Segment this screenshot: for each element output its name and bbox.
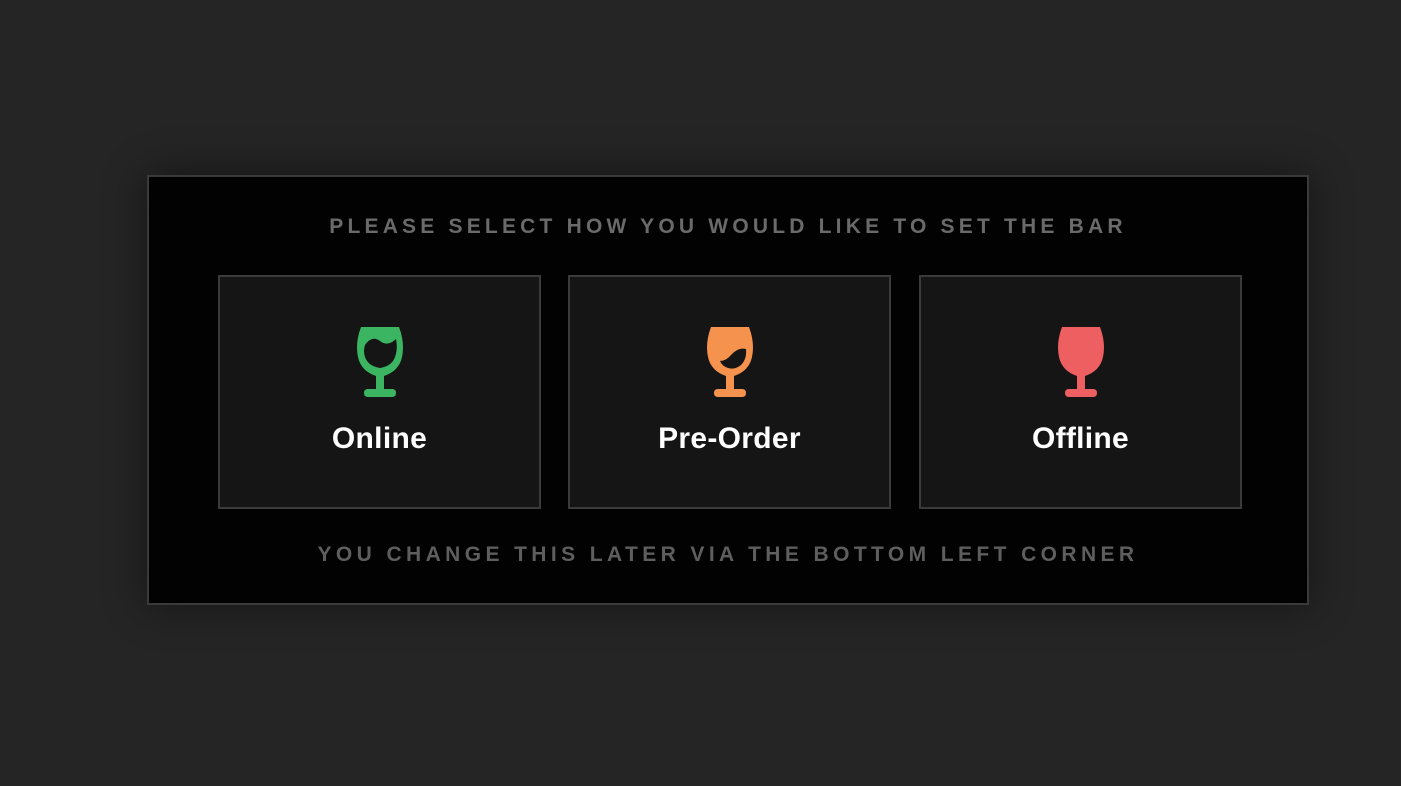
wine-glass-icon — [704, 325, 756, 401]
dialog-footer-note: YOU CHANGE THIS LATER VIA THE BOTTOM LEF… — [317, 543, 1139, 566]
option-offline-label: Offline — [1031, 422, 1130, 455]
option-pre-order-button[interactable]: Pre-Order — [568, 275, 891, 509]
bar-status-dialog: PLEASE SELECT HOW YOU WOULD LIKE TO SET … — [147, 175, 1309, 605]
bar-status-options: Online Pre-Order Offline — [218, 275, 1242, 509]
option-offline-button[interactable]: Offline — [919, 275, 1242, 509]
dialog-title: PLEASE SELECT HOW YOU WOULD LIKE TO SET … — [329, 215, 1127, 238]
option-online-label: Online — [331, 422, 428, 455]
wine-glass-icon — [1055, 325, 1107, 401]
option-online-button[interactable]: Online — [218, 275, 541, 509]
wine-glass-icon — [354, 325, 406, 401]
option-pre-order-label: Pre-Order — [658, 422, 801, 455]
